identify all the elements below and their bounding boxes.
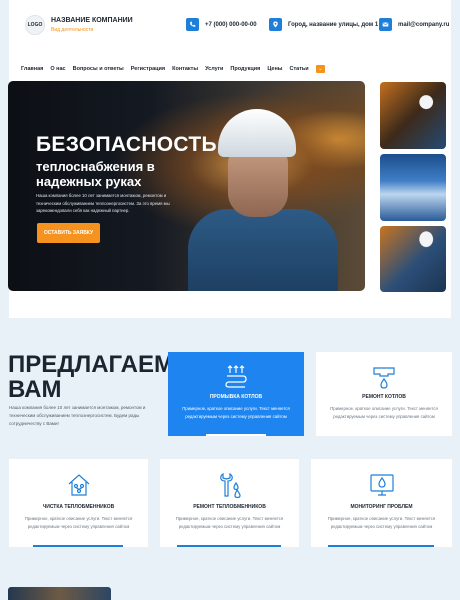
leave-request-button[interactable]: ОСТАВИТЬ ЗАЯВКУ	[37, 223, 100, 243]
service-card-title: ЧИСТКА ТЕПЛОБМЕННИКОВ	[42, 504, 115, 510]
services-description: Наша компания более 10 лет занимается мо…	[9, 405, 146, 426]
gallery-image-boiler-room[interactable]	[380, 154, 446, 221]
wrench-drops-icon	[217, 472, 243, 499]
service-card-exchanger-repair[interactable]: РЕМОНТ ТЕПЛОБМЕННИКОВ Примерное, краткое…	[160, 459, 299, 547]
hero-photo-helmet	[218, 109, 296, 157]
nav-item-services[interactable]: Услуги	[205, 66, 223, 72]
logo-text: LOGO	[27, 22, 43, 28]
services-title: ПРЕДЛАГАЕМ ВАМ	[8, 351, 174, 404]
service-card-boiler-repair[interactable]: РЕМОНТ КОТЛОВ Примерное, краткое описани…	[316, 352, 452, 436]
service-card-problem-monitoring[interactable]: МОНИТОРИНГ ПРОБЛЕМ Примерное, краткое оп…	[311, 459, 452, 547]
hero-photo-worker-face	[228, 147, 288, 217]
address-contact[interactable]: Город, название улицы, дом 1	[269, 18, 378, 31]
gallery-image-worker[interactable]	[380, 82, 446, 149]
nav-item-faq[interactable]: Вопросы и ответы	[73, 66, 124, 72]
location-icon	[269, 18, 282, 31]
service-card-title: ПРОМЫВКА КОТЛОВ	[209, 394, 263, 400]
nav-item-about[interactable]: О нас	[50, 66, 65, 72]
service-card-exchanger-cleaning[interactable]: ЧИСТКА ТЕПЛОБМЕННИКОВ Примерное, краткое…	[9, 459, 148, 547]
house-network-icon	[66, 472, 92, 498]
company-name: НАЗВАНИЕ КОМПАНИИ	[51, 17, 133, 24]
card-underline	[328, 545, 434, 547]
address-text: Город, название улицы, дом 1	[288, 21, 379, 28]
nav-item-articles[interactable]: Статьи	[290, 66, 309, 72]
phone-icon	[186, 18, 199, 31]
service-card-title: РЕМОНТ КОТЛОВ	[362, 394, 406, 400]
company-activity: Вид деятельности	[51, 27, 94, 33]
gallery-image-worker-pipes[interactable]	[380, 226, 446, 292]
hero-subtitle-line1: теплоснабжения в	[36, 159, 155, 174]
mail-icon	[379, 18, 392, 31]
service-card-title: РЕМОНТ ТЕПЛОБМЕННИКОВ	[193, 504, 266, 510]
card-underline	[177, 545, 281, 547]
card-underline	[206, 434, 266, 436]
email-contact[interactable]: mail@company.ru	[379, 18, 449, 31]
heat-pipe-icon	[223, 363, 249, 389]
service-card-description: Примерное, краткое описание услуги. Текс…	[182, 406, 290, 419]
service-card-description: Примерное, краткое описание услуги. Текс…	[175, 516, 284, 529]
nav-item-products[interactable]: Продукция	[230, 66, 260, 72]
nav-item-prices[interactable]: Цены	[267, 66, 282, 72]
service-card-title: МОНИТОРИНГ ПРОБЛЕМ	[350, 504, 413, 510]
service-card-boiler-flushing[interactable]: ПРОМЫВКА КОТЛОВ Примерное, краткое описа…	[168, 352, 304, 436]
hero-photo-worker-body	[188, 209, 338, 291]
logo[interactable]: LOGO	[25, 15, 45, 35]
next-section-image	[8, 587, 111, 600]
services-title-line2: ВАМ	[8, 376, 62, 404]
pipe-drop-icon	[371, 363, 397, 389]
hero-description: Наша компания более 10 лет занимается мо…	[36, 193, 170, 214]
nav-more-button[interactable]: ⌄	[315, 65, 325, 73]
service-card-description: Примерное, краткое описание услуги. Текс…	[330, 406, 438, 419]
nav-item-home[interactable]: Главная	[21, 66, 43, 72]
nav-item-contacts[interactable]: Контакты	[172, 66, 198, 72]
phone-contact[interactable]: +7 (000) 000-00-00	[186, 18, 257, 31]
email-text: mail@company.ru	[398, 21, 450, 28]
nav-item-registration[interactable]: Регистрация	[131, 66, 165, 72]
phone-number: +7 (000) 000-00-00	[205, 21, 257, 28]
service-card-description: Примерное, краткое описание услуги. Текс…	[327, 516, 436, 529]
hero-title: БЕЗОПАСНОСТЬ	[36, 133, 217, 156]
services-title-line1: ПРЕДЛАГАЕМ	[8, 351, 174, 378]
hero-subtitle-line2: надежных руках	[36, 174, 142, 189]
main-nav: Главная О нас Вопросы и ответы Регистрац…	[21, 65, 325, 73]
hero-banner: БЕЗОПАСНОСТЬ теплоснабжения в надежных р…	[8, 81, 365, 291]
service-card-description: Примерное, краткое описание услуги. Текс…	[24, 516, 133, 529]
card-underline	[33, 545, 123, 547]
monitor-drop-icon	[369, 472, 395, 498]
